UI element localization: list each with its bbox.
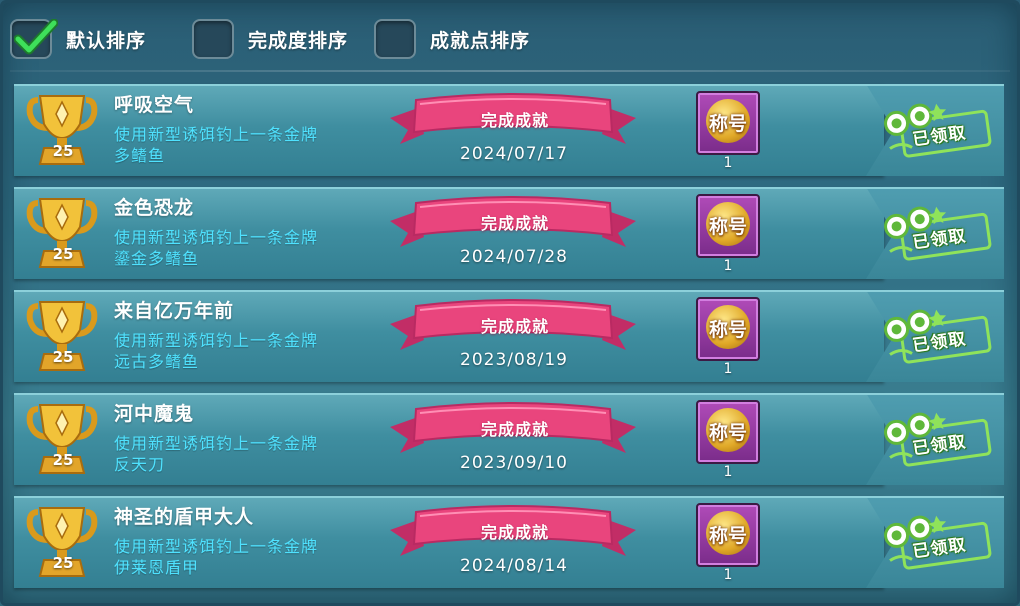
sort-default-checkbox[interactable] bbox=[10, 19, 58, 59]
completion-status: 完成成就 bbox=[480, 214, 549, 233]
description-line-1: 使用新型诱饵钓上一条金牌 bbox=[114, 434, 319, 453]
sort-bar: 默认排序 完成度排序 成就点排序 bbox=[10, 16, 552, 62]
completion-date: 2023/08/19 bbox=[460, 350, 568, 370]
description-line-1: 使用新型诱饵钓上一条金牌 bbox=[114, 125, 319, 144]
completion-status: 完成成就 bbox=[480, 111, 549, 130]
reward-count: 1 bbox=[723, 361, 733, 377]
achievement-description: 使用新型诱饵钓上一条金牌 多鳍鱼 bbox=[114, 124, 384, 166]
completion-status: 完成成就 bbox=[480, 420, 549, 439]
sort-default[interactable]: 默认排序 bbox=[10, 19, 146, 59]
achievement-description: 使用新型诱饵钓上一条金牌 伊莱恩盾甲 bbox=[114, 536, 384, 578]
achievement-points: 25 bbox=[52, 245, 74, 263]
reward-label: 称号 bbox=[708, 113, 747, 135]
completion-status: 完成成就 bbox=[480, 523, 549, 542]
completion-date: 2023/09/10 bbox=[460, 453, 568, 473]
reward-count: 1 bbox=[723, 464, 733, 480]
title-badge-icon[interactable]: 称号 bbox=[696, 503, 760, 567]
description-line-1: 使用新型诱饵钓上一条金牌 bbox=[114, 537, 319, 556]
description-line-1: 使用新型诱饵钓上一条金牌 bbox=[114, 331, 319, 350]
title-badge-icon[interactable]: 称号 bbox=[696, 400, 760, 464]
description-line-1: 使用新型诱饵钓上一条金牌 bbox=[114, 228, 319, 247]
sort-default-label: 默认排序 bbox=[66, 29, 147, 52]
reward-label: 称号 bbox=[708, 525, 747, 547]
achievement-title: 呼吸空气 bbox=[114, 94, 195, 116]
sort-points[interactable]: 成就点排序 bbox=[374, 19, 530, 59]
achievement-description: 使用新型诱饵钓上一条金牌 鎏金多鳍鱼 bbox=[114, 227, 384, 269]
achievement-list: 25 呼吸空气 使用新型诱饵钓上一条金牌 多鳍鱼 完成成就 2024/07/17… bbox=[14, 84, 1010, 599]
achievement-title: 金色恐龙 bbox=[114, 197, 195, 219]
sort-completion[interactable]: 完成度排序 bbox=[192, 19, 348, 59]
achievement-row[interactable]: 25 呼吸空气 使用新型诱饵钓上一条金牌 多鳍鱼 完成成就 2024/07/17… bbox=[14, 84, 1010, 176]
description-line-2: 伊莱恩盾甲 bbox=[114, 558, 200, 577]
completion-status: 完成成就 bbox=[480, 317, 549, 336]
achievement-title: 河中魔鬼 bbox=[114, 403, 195, 425]
completion-date: 2024/07/28 bbox=[460, 247, 568, 267]
achievement-title: 来自亿万年前 bbox=[114, 300, 235, 322]
sort-completion-label: 完成度排序 bbox=[248, 29, 349, 52]
reward-count: 1 bbox=[723, 258, 733, 274]
description-line-2: 反天刀 bbox=[114, 455, 166, 474]
reward-count: 1 bbox=[723, 567, 733, 583]
reward-count: 1 bbox=[723, 155, 733, 171]
achievement-description: 使用新型诱饵钓上一条金牌 远古多鳍鱼 bbox=[114, 330, 384, 372]
achievement-title: 神圣的盾甲大人 bbox=[114, 506, 255, 528]
description-line-2: 多鳍鱼 bbox=[114, 146, 166, 165]
reward-label: 称号 bbox=[708, 422, 747, 444]
completion-date: 2024/07/17 bbox=[460, 144, 568, 164]
sort-points-label: 成就点排序 bbox=[430, 29, 531, 52]
title-badge-icon[interactable]: 称号 bbox=[696, 91, 760, 155]
achievement-row[interactable]: 25 神圣的盾甲大人 使用新型诱饵钓上一条金牌 伊莱恩盾甲 完成成就 2024/… bbox=[14, 496, 1010, 588]
description-line-2: 远古多鳍鱼 bbox=[114, 352, 200, 371]
achievement-row[interactable]: 25 河中魔鬼 使用新型诱饵钓上一条金牌 反天刀 完成成就 2023/09/10… bbox=[14, 393, 1010, 485]
title-badge-icon[interactable]: 称号 bbox=[696, 194, 760, 258]
check-icon bbox=[14, 19, 58, 55]
title-badge-icon[interactable]: 称号 bbox=[696, 297, 760, 361]
reward-label: 称号 bbox=[708, 216, 747, 238]
achievement-points: 25 bbox=[52, 451, 74, 469]
achievement-row[interactable]: 25 金色恐龙 使用新型诱饵钓上一条金牌 鎏金多鳍鱼 完成成就 2024/07/… bbox=[14, 187, 1010, 279]
sort-completion-checkbox[interactable] bbox=[192, 19, 235, 59]
achievement-row[interactable]: 25 来自亿万年前 使用新型诱饵钓上一条金牌 远古多鳍鱼 完成成就 2023/0… bbox=[14, 290, 1010, 382]
description-line-2: 鎏金多鳍鱼 bbox=[114, 249, 200, 268]
sort-points-checkbox[interactable] bbox=[374, 19, 417, 59]
achievement-points: 25 bbox=[52, 348, 74, 366]
achievement-description: 使用新型诱饵钓上一条金牌 反天刀 bbox=[114, 433, 384, 475]
divider bbox=[10, 70, 1010, 72]
achievement-points: 25 bbox=[52, 554, 74, 572]
achievement-points: 25 bbox=[52, 142, 74, 160]
reward-label: 称号 bbox=[708, 319, 747, 341]
completion-date: 2024/08/14 bbox=[460, 556, 568, 576]
